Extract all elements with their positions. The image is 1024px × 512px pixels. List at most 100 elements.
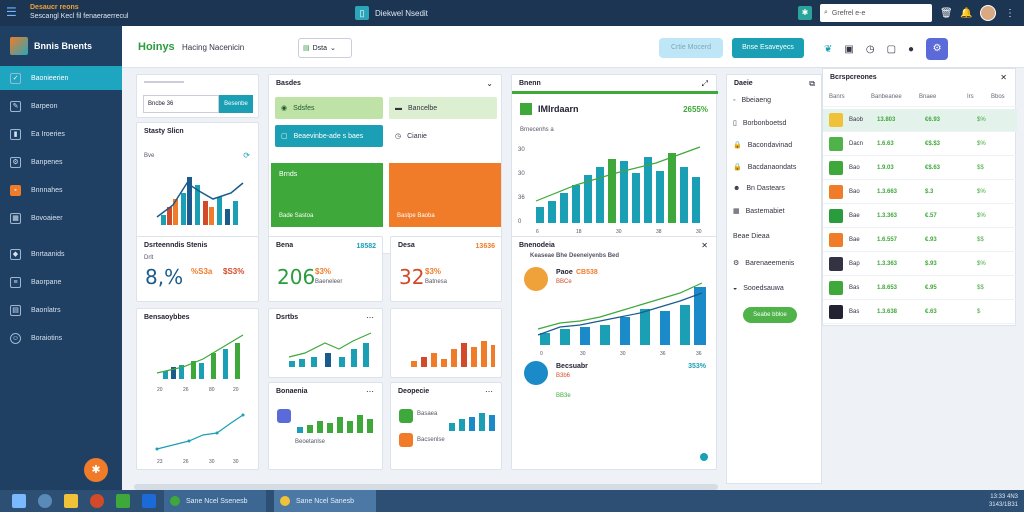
table-row[interactable]: Bae 1.6.557 €.93 $$ — [823, 229, 1017, 252]
small-chart-card-1: Dsrtbs ⋯ — [268, 308, 383, 378]
panel-action-button[interactable]: Seabe bbloe — [743, 307, 797, 323]
notification-badge-icon[interactable]: ✱ — [798, 6, 812, 20]
word-icon[interactable] — [142, 494, 156, 508]
svg-text:0: 0 — [518, 219, 522, 225]
row-tail: $% — [977, 117, 986, 123]
panel-item-label: Bn Dastears — [746, 185, 785, 192]
table-row[interactable]: Bas 1.8.653 €.95 $$ — [823, 277, 1017, 300]
more-icon[interactable]: ⋮ — [1004, 8, 1016, 19]
brand[interactable]: Bnnis Bnents — [0, 26, 122, 66]
orange-tile[interactable]: Bastpe Baoba — [389, 163, 501, 227]
column-header[interactable]: Irs — [967, 94, 991, 100]
app-icon — [280, 496, 290, 506]
secondary-button[interactable]: Crtie Mocerd — [659, 38, 723, 58]
sidebar-item-finances[interactable]: ▪ Bnnnahes — [0, 178, 122, 202]
green-tile[interactable]: Brnds Bade Sastoa — [271, 163, 383, 227]
sidebar-item-companies[interactable]: ⚙ Banpenes — [0, 150, 122, 174]
bar-card-blue: Deopecie ⋯ Basaea Bacsenlse — [390, 382, 502, 470]
column-header[interactable]: Bnaee — [919, 94, 967, 100]
sidebar-item-contracts[interactable]: ◆ Bnrtaanids — [0, 242, 122, 266]
metric-subtitle: Batnesa — [425, 279, 448, 285]
clock-icon[interactable]: ◷ — [866, 44, 875, 55]
panel-item[interactable]: Beae Dieaa — [733, 233, 770, 240]
panel-item[interactable]: ▦ Bastemabiet — [733, 207, 785, 216]
option-tile-2[interactable]: ▬ Bancelbe — [389, 97, 497, 119]
refresh-icon[interactable]: ⟳ — [243, 151, 250, 160]
sidebar-item-relations[interactable]: ☺ Boraiotins — [0, 326, 122, 350]
system-clock[interactable]: 13:33 4N3 3143/1B31 — [989, 493, 1018, 509]
panel-item[interactable]: 🔒 Bacondavinad — [733, 141, 792, 150]
option-tile-3[interactable]: ▢ Beaevinbe-ade s baes — [275, 125, 383, 147]
dots-icon[interactable]: ⋯ — [485, 387, 493, 396]
delete-icon[interactable]: 🗑 — [940, 8, 953, 19]
column-header[interactable]: Banrs — [823, 94, 871, 100]
table-row[interactable]: Bap 1.3.363 $.93 $% — [823, 253, 1017, 276]
chevron-down-icon[interactable]: ⌄ — [486, 79, 493, 88]
tile-footer: Bastpe Baoba — [397, 213, 435, 219]
metric-percent: $3% — [315, 267, 332, 276]
bell-icon[interactable]: 🔔 — [960, 8, 972, 19]
table-row[interactable]: Bao 1.9.03 €$.63 $$ — [823, 157, 1017, 180]
row-name: Bap — [849, 261, 860, 267]
option-tile-1[interactable]: ◉ Sdsfes — [275, 97, 383, 119]
circle-icon[interactable]: ● — [908, 44, 914, 55]
primary-button[interactable]: Bnse Esaveyecs — [732, 38, 804, 58]
gear-icon[interactable]: ⚙ — [926, 38, 949, 60]
app-icon — [277, 409, 291, 423]
window-icon[interactable]: ▢ — [887, 44, 896, 55]
user-icon: ☻ — [733, 185, 741, 192]
row-number: 1.3.363 — [877, 213, 898, 219]
sidebar-item-stories[interactable]: ▮ Ea Iroeries — [0, 122, 122, 146]
date-dropdown[interactable]: ▤ Dsta ⌄ — [298, 38, 352, 58]
row-icon — [829, 233, 843, 247]
card-search-input[interactable]: Bncbe 36 — [143, 95, 219, 113]
panel-item[interactable]: ☻ Bn Dastears — [733, 185, 785, 192]
search-box[interactable]: ⌕ Grefrel e-e — [820, 4, 932, 22]
table-row[interactable]: Bao 1.3.663 $.3 $% — [823, 181, 1017, 204]
briefcase-icon[interactable]: ▣ — [844, 44, 853, 55]
taskbar-app-1[interactable]: Sane Ncel Ssenesb — [164, 490, 266, 512]
metric-card-1: Dsrteenndis Stenis Drlt 8,% %S3a $S3% — [136, 236, 259, 302]
sidebar-item-reports[interactable]: ✎ Barpeon — [0, 94, 122, 118]
leaf-icon[interactable]: ❦ — [824, 44, 832, 55]
table-row[interactable]: Bas 1.3.638 €.63 $ — [823, 301, 1017, 324]
folder-icon[interactable] — [64, 494, 78, 508]
panel-item[interactable]: ⚙ Barenaeemenis — [733, 259, 794, 268]
table-row[interactable]: Baob 13.803 €6.93 $% — [823, 109, 1017, 132]
sidebar-item-backup[interactable]: ≡ Baorpane — [0, 270, 122, 294]
excel-icon[interactable] — [116, 494, 130, 508]
metric-value: 8,% — [145, 265, 184, 289]
column-header[interactable]: Banbeanee — [871, 94, 919, 100]
metric-percent-2: $S3% — [223, 267, 245, 276]
copy-icon[interactable]: ⧉ — [809, 79, 815, 89]
app-title-line2: Sescangl Kecl fil fenaeraerrecul — [30, 13, 129, 20]
taskbar-app-2[interactable]: Sane Ncel Sanesb — [274, 490, 376, 512]
sidebar-item-overview[interactable]: ▦ Bovoaieer — [0, 206, 122, 230]
table-row[interactable]: Dacn 1.6.63 €$.$3 $% — [823, 133, 1017, 156]
card-search-button[interactable]: Besenbe — [219, 95, 253, 113]
sidebar-item-dashboard[interactable]: ✓ Baonieerien — [0, 66, 122, 90]
option-label: Cianie — [407, 132, 427, 140]
dots-icon[interactable]: ⋯ — [366, 387, 374, 396]
sidebar-item-templates[interactable]: ▤ Baonlatrs — [0, 298, 122, 322]
option-tile-4[interactable]: ◷ Cianie — [389, 125, 497, 147]
expand-icon[interactable]: ⤢ — [702, 79, 708, 89]
panel-item[interactable]: ▯ Borbonboetsd — [733, 119, 786, 128]
option-label: Bancelbe — [408, 104, 438, 112]
column-header[interactable]: Bbos — [991, 94, 1015, 100]
floating-action-button[interactable]: ✱ — [84, 458, 108, 482]
browser-icon[interactable] — [90, 494, 104, 508]
panel-item[interactable]: ◦ Bbeiaeng — [733, 97, 771, 104]
close-icon[interactable]: ✕ — [701, 241, 708, 250]
close-icon[interactable]: ✕ — [1000, 73, 1007, 82]
table-row[interactable]: Bae 1.3.363 €.57 $% — [823, 205, 1017, 228]
panel-item[interactable]: ◒ Sooedsauwa — [733, 285, 784, 292]
panel-item[interactable]: 🔒 Bacdanaondats — [733, 163, 796, 172]
hamburger-menu-icon[interactable]: ☰ — [6, 6, 20, 18]
start-icon[interactable] — [12, 494, 26, 508]
top-bar: ☰ Desaucr reons Sescangl Kecl fil fenaer… — [0, 0, 1024, 26]
dots-icon[interactable]: ⋯ — [366, 313, 374, 322]
folder-icon: ▪ — [10, 184, 21, 196]
avatar[interactable] — [980, 5, 996, 21]
search-icon[interactable] — [38, 494, 52, 508]
